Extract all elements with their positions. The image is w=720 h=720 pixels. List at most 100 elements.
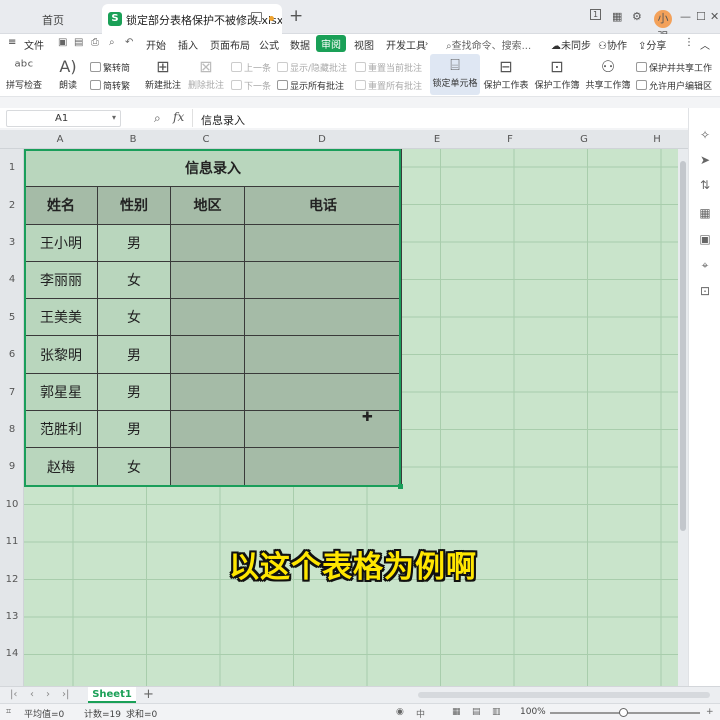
row-header-2[interactable]: 2 (0, 200, 24, 211)
close-icon[interactable]: ✕ (710, 10, 719, 23)
cell-name[interactable]: 王小明 (24, 223, 98, 262)
col-header-b[interactable]: B (123, 134, 143, 145)
col-header-d[interactable]: D (312, 134, 332, 145)
scroll-thumb[interactable] (680, 161, 686, 531)
box-icon[interactable]: ⊡ (698, 284, 712, 298)
more-icon[interactable]: ⋮ (684, 37, 694, 48)
simp-to-trad-button[interactable]: 简转繁 (90, 79, 130, 92)
row-header-6[interactable]: 6 (0, 349, 24, 360)
cell-phone[interactable] (244, 298, 402, 337)
table-title-cell[interactable]: 信息录入 (24, 148, 402, 188)
col-header-g[interactable]: G (574, 134, 594, 145)
reset-all-comments-button[interactable]: 重置所有批注 (355, 79, 422, 92)
first-sheet-icon[interactable]: |‹ (10, 689, 17, 700)
chevron-down-icon[interactable]: ▾ (112, 113, 116, 122)
tab-document[interactable]: S 锁定部分表格保护不被修改.xlsx (102, 4, 282, 34)
header-region[interactable]: 地区 (170, 186, 245, 225)
lock-cell-button[interactable]: ⌸ 锁定单元格 (430, 54, 480, 95)
undo-icon[interactable]: ↶ (125, 37, 133, 48)
row-header-3[interactable]: 3 (0, 237, 24, 248)
name-box[interactable]: A1 ▾ (6, 110, 121, 127)
eye-icon[interactable]: ◉ (396, 707, 404, 717)
menu-page-layout[interactable]: 页面布局 (210, 37, 250, 52)
sheet-tab-sheet1[interactable]: Sheet1 (88, 687, 136, 703)
trad-to-simp-button[interactable]: 繁转简 (90, 61, 130, 74)
minimize-icon[interactable]: — (680, 10, 691, 23)
col-header-a[interactable]: A (50, 134, 70, 145)
fx-icon[interactable]: fx (173, 110, 184, 124)
col-header-c[interactable]: C (196, 134, 216, 145)
menu-file[interactable]: 文件 (24, 37, 44, 52)
page-view-icon[interactable]: ▤ (472, 707, 481, 717)
row-header-14[interactable]: 14 (0, 648, 24, 659)
chevron-right-icon[interactable]: › (425, 39, 428, 48)
cell-region[interactable] (170, 298, 245, 337)
delete-comment-button[interactable]: ⊠ 删除批注 (186, 56, 226, 91)
cell-region[interactable] (170, 410, 245, 449)
spellcheck-button[interactable]: ᵃᵇᶜ 拼写检查 (6, 56, 42, 91)
print-icon[interactable]: ⎙ (91, 37, 99, 48)
cell-gender[interactable]: 女 (97, 447, 171, 486)
header-phone[interactable]: 电话 (244, 186, 402, 225)
layout-icon[interactable]: ▦ (612, 10, 622, 23)
reset-current-comment-button[interactable]: 重置当前批注 (355, 61, 422, 74)
zoom-lens-icon[interactable]: ⌕ (154, 111, 161, 126)
zoom-slider-knob[interactable] (619, 708, 628, 717)
ime-icon[interactable]: 中 (416, 707, 425, 720)
cell-name[interactable]: 王美美 (24, 298, 98, 337)
window-count-badge[interactable]: 1 (590, 9, 602, 20)
export-icon[interactable]: ▤ (74, 37, 83, 48)
show-all-comments-button[interactable]: 显示所有批注 (277, 79, 344, 92)
cell-name[interactable]: 范胜利 (24, 410, 98, 449)
chart-icon[interactable]: ▦ (698, 206, 712, 220)
row-header-8[interactable]: 8 (0, 424, 24, 435)
menu-insert[interactable]: 插入 (178, 37, 198, 52)
read-aloud-button[interactable]: A) 朗读 (54, 56, 82, 91)
menu-data[interactable]: 数据 (290, 37, 310, 52)
horizontal-scrollbar[interactable] (418, 692, 710, 698)
reading-view-icon[interactable]: ▥ (492, 707, 501, 717)
cell-gender[interactable]: 男 (97, 410, 171, 449)
cell-gender[interactable]: 女 (97, 260, 171, 300)
prev-comment-button[interactable]: 上一条 (231, 61, 271, 74)
cell-phone[interactable] (244, 372, 402, 412)
row-header-11[interactable]: 11 (0, 536, 24, 547)
magic-icon[interactable]: ✧ (698, 128, 712, 142)
vertical-scrollbar[interactable] (678, 149, 688, 686)
sync-status[interactable]: ☁未同步 (551, 37, 591, 52)
row-header-1[interactable]: 1 (0, 162, 24, 173)
cell-region[interactable] (170, 223, 245, 262)
cell-region[interactable] (170, 260, 245, 300)
cell-region[interactable] (170, 335, 245, 374)
row-header-7[interactable]: 7 (0, 387, 24, 398)
cell-phone[interactable] (244, 447, 402, 486)
menu-formula[interactable]: 公式 (259, 37, 279, 52)
protect-book-button[interactable]: ⊡ 保护工作簿 (533, 56, 581, 91)
collab-button[interactable]: ⚇协作 (598, 37, 627, 52)
row-header-4[interactable]: 4 (0, 274, 24, 285)
pointer-icon[interactable]: ➤ (698, 153, 712, 167)
cell-name[interactable]: 郭星星 (24, 372, 98, 412)
cell-phone[interactable] (244, 223, 402, 262)
collapse-ribbon-icon[interactable]: ︿ (700, 37, 710, 52)
cell-gender[interactable]: 男 (97, 335, 171, 374)
save-icon[interactable]: ▣ (58, 37, 67, 48)
search-command[interactable]: ⌕查找命令、搜索... (446, 37, 531, 52)
header-gender[interactable]: 性别 (97, 186, 171, 225)
protect-sheet-button[interactable]: ⊟ 保护工作表 (482, 56, 530, 91)
cell-name[interactable]: 赵梅 (24, 447, 98, 486)
add-sheet-button[interactable]: + (143, 687, 154, 702)
menu-developer[interactable]: 开发工具 (386, 37, 426, 52)
menu-home[interactable]: 开始 (146, 37, 166, 52)
share-button[interactable]: ⇪分享 (638, 37, 666, 52)
adjust-icon[interactable]: ⇅ (698, 178, 712, 192)
formula-input[interactable]: 信息录入 (192, 109, 686, 127)
cell-region[interactable] (170, 447, 245, 486)
next-comment-button[interactable]: 下一条 (231, 79, 271, 92)
col-header-e[interactable]: E (427, 134, 447, 145)
row-header-10[interactable]: 10 (0, 499, 24, 510)
menu-review[interactable]: 审阅 (316, 35, 346, 52)
zoom-in-icon[interactable]: + (706, 707, 714, 717)
macro-icon[interactable]: ⌗ (6, 707, 11, 717)
row-header-12[interactable]: 12 (0, 574, 24, 585)
